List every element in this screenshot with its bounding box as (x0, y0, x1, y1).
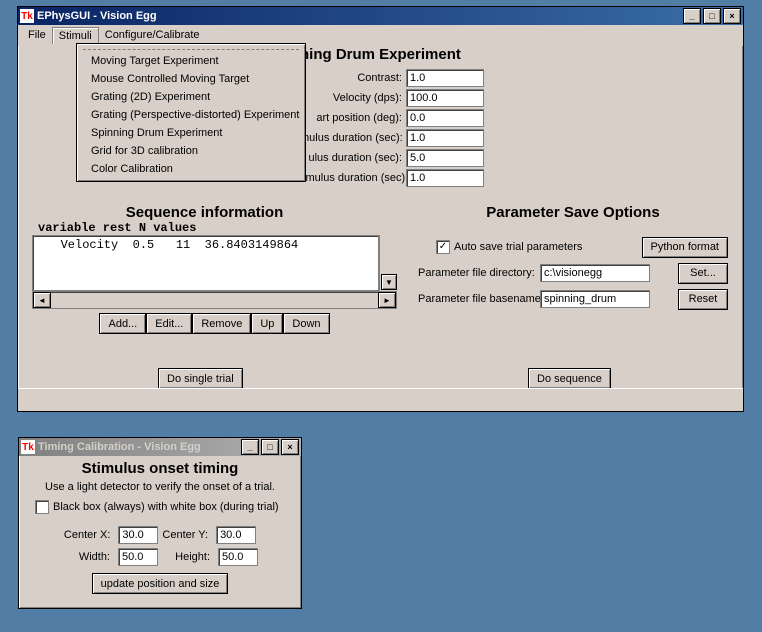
close-button[interactable]: × (281, 439, 299, 455)
lbl-stimdur2: ulus duration (sec): (300, 152, 406, 164)
seq-title: Sequence information (32, 204, 377, 221)
lbl-contrast: Contrast: (300, 72, 406, 84)
lbl-centery: Center Y: (162, 529, 212, 541)
close-button[interactable]: × (723, 8, 741, 24)
timing-window-title: Timing Calibration - Vision Egg (38, 441, 201, 453)
input-param-dir[interactable] (540, 264, 650, 282)
lbl-start-pos: art position (deg): (300, 112, 406, 124)
input-start-pos[interactable] (406, 109, 484, 127)
up-button[interactable]: Up (251, 313, 283, 334)
app-icon: Tk (21, 440, 35, 454)
lbl-stimdur3: timulus duration (sec): (300, 172, 406, 184)
window-title: EPhysGUI - Vision Egg (37, 10, 157, 22)
input-stimdur3[interactable] (406, 169, 484, 187)
maximize-button[interactable]: □ (703, 8, 721, 24)
progress-bar (224, 392, 532, 408)
minimize-button[interactable]: _ (241, 439, 259, 455)
timing-desc: Use a light detector to verify the onset… (29, 481, 291, 493)
update-pos-size-button[interactable]: update position and size (92, 573, 229, 594)
scroll-down-icon[interactable]: ▼ (381, 274, 397, 290)
scroll-right-icon[interactable]: ► (378, 292, 396, 308)
input-stimdur1[interactable] (406, 129, 484, 147)
status-bar: Ready (18, 388, 743, 411)
minimize-button[interactable]: _ (683, 8, 701, 24)
python-format-button[interactable]: Python format (642, 237, 728, 258)
experiment-title: ning Drum Experiment (300, 46, 520, 63)
param-save-title: Parameter Save Options (418, 204, 728, 221)
menu-separator (83, 49, 299, 50)
lbl-stimdur1: mulus duration (sec): (300, 132, 406, 144)
lbl-velocity: Velocity (dps): (300, 92, 406, 104)
app-icon: Tk (20, 9, 34, 23)
do-single-trial-button[interactable]: Do single trial (158, 368, 243, 389)
blackbox-checkbox[interactable] (35, 500, 49, 514)
main-window: Tk EPhysGUI - Vision Egg _ □ × File Stim… (17, 6, 744, 412)
lbl-param-base: Parameter file basename: (418, 293, 540, 305)
mi-color-calibration[interactable]: Color Calibration (77, 160, 305, 178)
maximize-button[interactable]: □ (261, 439, 279, 455)
down-button[interactable]: Down (283, 313, 329, 334)
timing-heading: Stimulus onset timing (29, 460, 291, 477)
mi-grating-perspective[interactable]: Grating (Perspective-distorted) Experime… (77, 106, 305, 124)
reset-button[interactable]: Reset (678, 289, 728, 310)
main-titlebar[interactable]: Tk EPhysGUI - Vision Egg _ □ × (18, 7, 743, 25)
input-contrast[interactable] (406, 69, 484, 87)
input-centerx[interactable] (118, 526, 158, 544)
timing-window: Tk Timing Calibration - Vision Egg _ □ ×… (18, 437, 302, 609)
seq-row[interactable]: Velocity 0.5 11 36.8403149864 (33, 236, 378, 254)
input-centery[interactable] (216, 526, 256, 544)
lbl-param-dir: Parameter file directory: (418, 267, 540, 279)
do-sequence-button[interactable]: Do sequence (528, 368, 611, 389)
timing-titlebar[interactable]: Tk Timing Calibration - Vision Egg _ □ × (19, 438, 301, 456)
edit-button[interactable]: Edit... (146, 313, 192, 334)
seq-hscroll[interactable]: ◄ ► (32, 291, 397, 309)
lbl-centerx: Center X: (64, 529, 114, 541)
auto-save-label: Auto save trial parameters (454, 241, 582, 253)
auto-save-checkbox[interactable] (436, 240, 450, 254)
input-velocity[interactable] (406, 89, 484, 107)
sequence-listbox[interactable]: Velocity 0.5 11 36.8403149864 (32, 235, 379, 291)
input-width[interactable] (118, 548, 158, 566)
set-button[interactable]: Set... (678, 263, 728, 284)
input-height[interactable] (218, 548, 258, 566)
seq-header: variable rest N values (32, 221, 397, 235)
input-param-base[interactable] (540, 290, 650, 308)
mi-moving-target[interactable]: Moving Target Experiment (77, 52, 305, 70)
mi-spinning-drum[interactable]: Spinning Drum Experiment (77, 124, 305, 142)
stimuli-dropdown: Moving Target Experiment Mouse Controlle… (76, 43, 306, 182)
mi-grating-2d[interactable]: Grating (2D) Experiment (77, 88, 305, 106)
seq-vscroll[interactable]: ▼ (379, 235, 396, 291)
input-stimdur2[interactable] (406, 149, 484, 167)
lbl-height: Height: (162, 551, 214, 563)
mi-grid-3d[interactable]: Grid for 3D calibration (77, 142, 305, 160)
menu-configure[interactable]: Configure/Calibrate (99, 27, 206, 44)
lbl-width: Width: (62, 551, 114, 563)
add-button[interactable]: Add... (99, 313, 146, 334)
menu-file[interactable]: File (22, 27, 52, 44)
mi-mouse-target[interactable]: Mouse Controlled Moving Target (77, 70, 305, 88)
menu-stimuli[interactable]: Stimuli (52, 27, 99, 44)
scroll-left-icon[interactable]: ◄ (33, 292, 51, 308)
blackbox-label: Black box (always) with white box (durin… (53, 501, 279, 513)
remove-button[interactable]: Remove (192, 313, 251, 334)
